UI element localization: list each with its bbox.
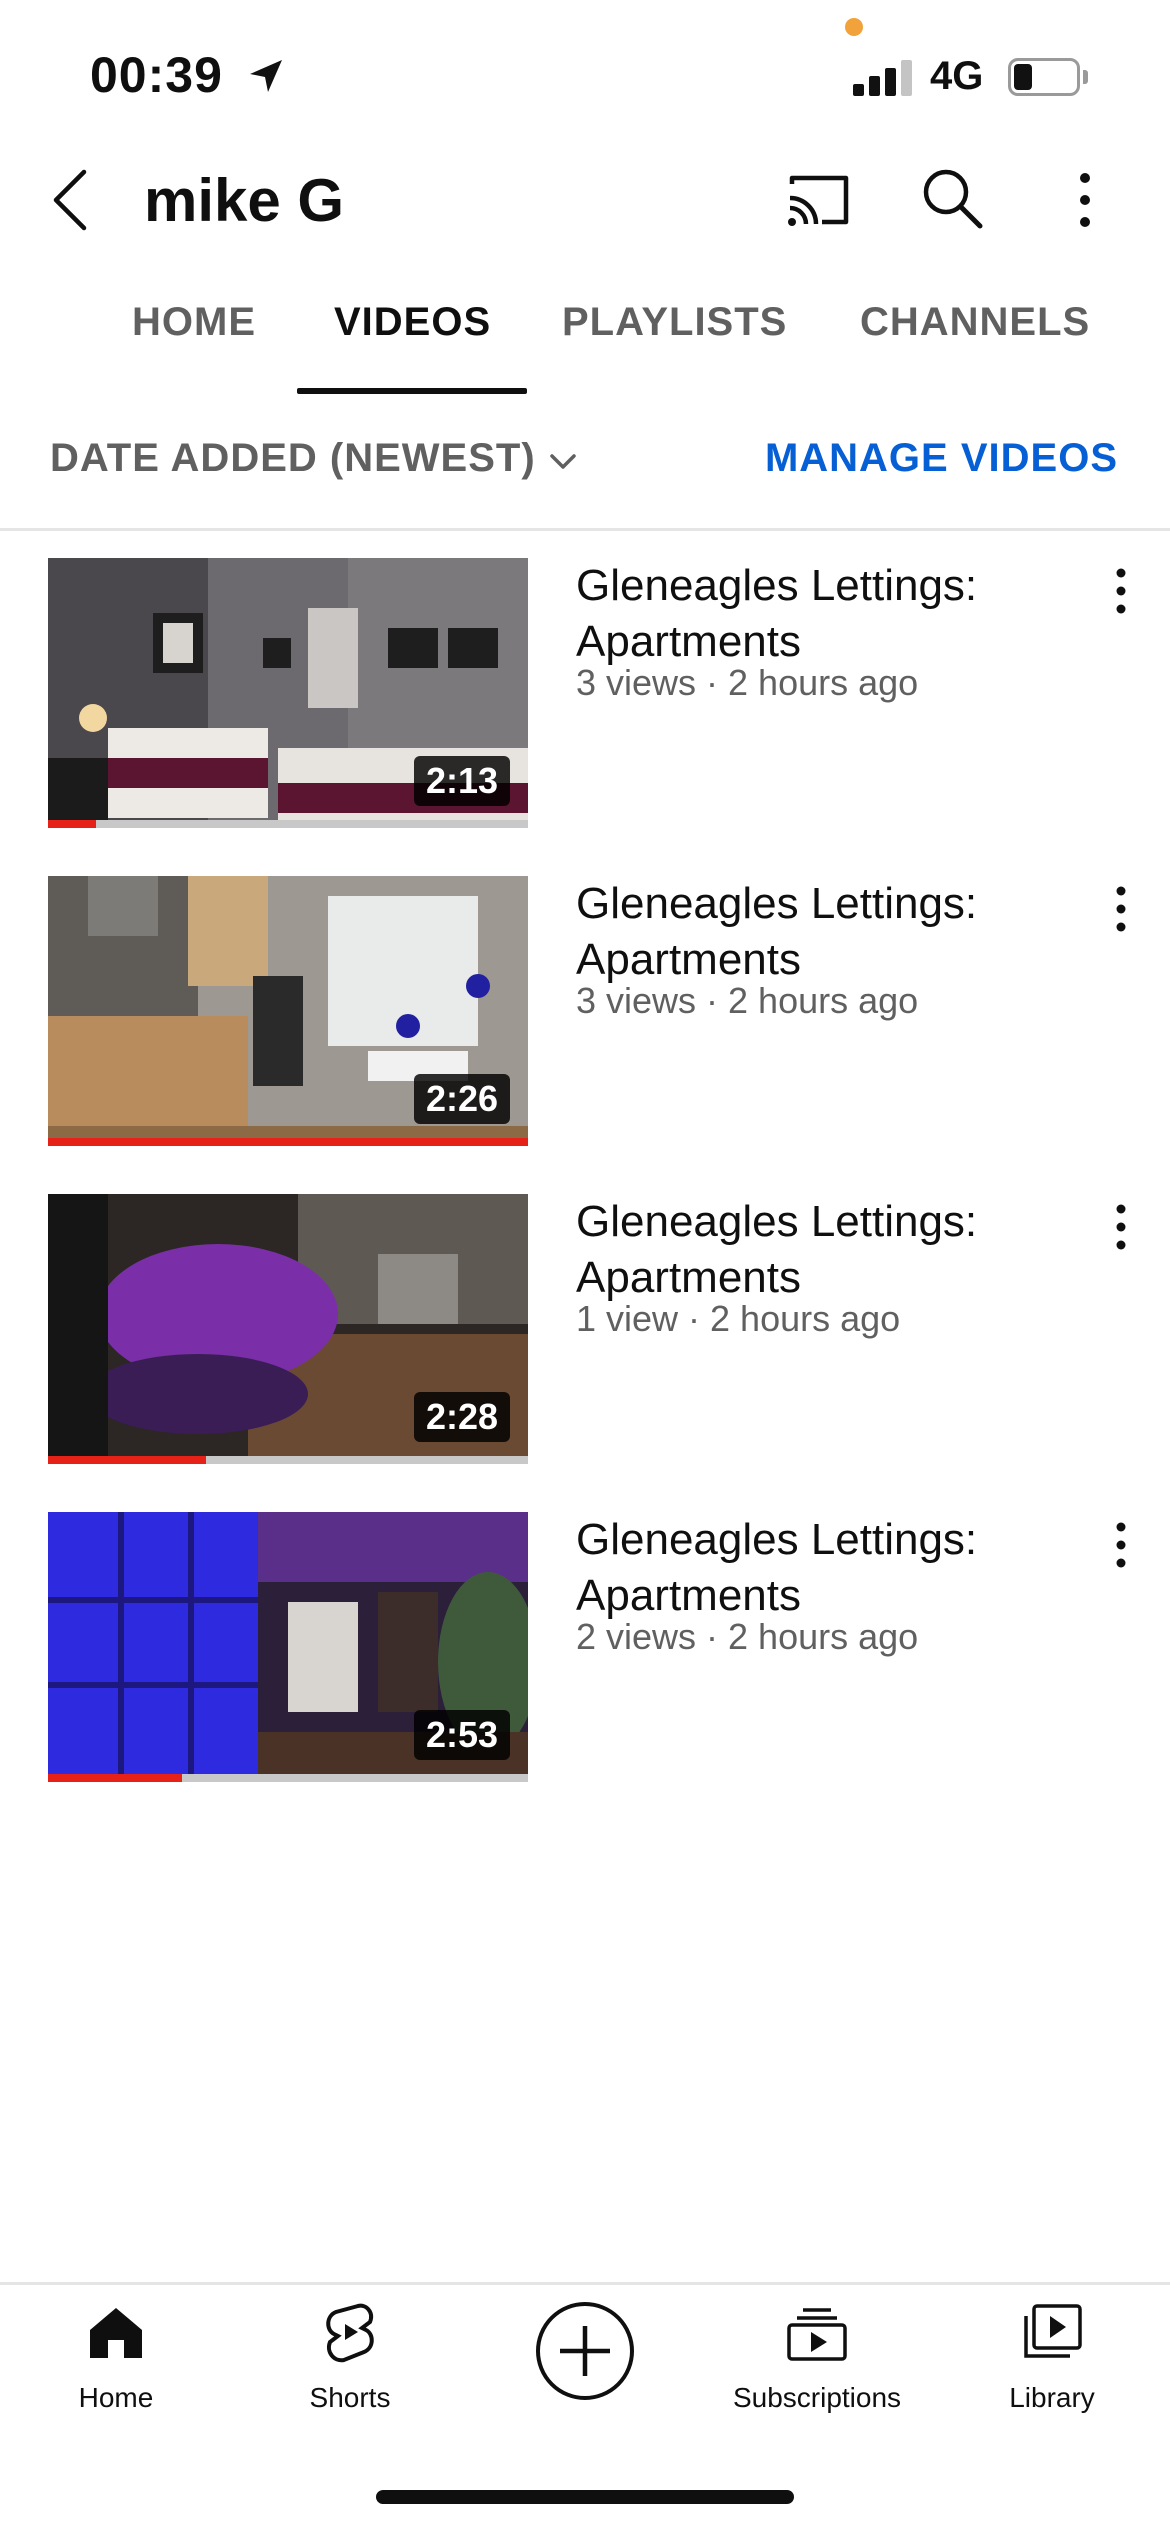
home-indicator-bar (376, 2490, 794, 2504)
subscriptions-icon (787, 2308, 847, 2361)
divider (0, 528, 1170, 531)
video-item[interactable]: 2:26 Gleneagles Lettings: Apartments 3 v… (0, 876, 1170, 1156)
video-title[interactable]: Gleneagles Lettings: Apartments (576, 1194, 1046, 1306)
location-arrow-icon (250, 60, 282, 92)
cellular-signal-icon (853, 58, 915, 96)
nav-library[interactable]: Library (952, 2300, 1152, 2414)
back-arrow-icon[interactable] (50, 168, 90, 232)
active-tab-indicator (297, 388, 527, 394)
tab-home[interactable]: HOME (132, 300, 256, 345)
more-options-icon[interactable] (1070, 170, 1100, 230)
privacy-indicator-dot (845, 18, 863, 36)
video-thumbnail[interactable]: 2:28 (48, 1194, 528, 1464)
search-icon[interactable] (920, 166, 984, 230)
cast-icon[interactable] (786, 170, 852, 230)
video-meta: 2 views · 2 hours ago (576, 1616, 919, 1657)
video-more-options-icon[interactable] (1108, 884, 1134, 934)
status-time: 00:39 (90, 47, 223, 103)
video-meta: 3 views · 2 hours ago (576, 980, 919, 1021)
video-thumbnail[interactable]: 2:13 (48, 558, 528, 828)
video-title[interactable]: Gleneagles Lettings: Apartments (576, 1512, 1046, 1624)
video-more-options-icon[interactable] (1108, 566, 1134, 616)
channel-title: mike G (144, 167, 345, 234)
tab-channels[interactable]: CHANNELS (860, 300, 1090, 345)
network-type: 4G (930, 54, 984, 98)
nav-shorts-label: Shorts (309, 2382, 391, 2413)
shorts-icon (326, 2303, 374, 2363)
manage-videos-button[interactable]: MANAGE VIDEOS (765, 436, 1118, 481)
video-more-options-icon[interactable] (1108, 1202, 1134, 1252)
tab-videos[interactable]: VIDEOS (334, 300, 491, 345)
nav-shorts[interactable]: Shorts (250, 2300, 450, 2414)
video-thumbnail[interactable]: 2:26 (48, 876, 528, 1146)
nav-home-label: Home (78, 2382, 154, 2413)
battery-icon (1008, 58, 1088, 96)
sort-dropdown[interactable]: DATE ADDED (NEWEST) (50, 436, 536, 481)
watch-progress-bar (48, 820, 528, 828)
watch-progress-bar (48, 1138, 528, 1146)
video-duration: 2:13 (413, 756, 510, 806)
status-bar: 00:39 4G (0, 0, 1170, 140)
home-icon (90, 2308, 142, 2358)
watch-progress-bar (48, 1774, 528, 1782)
video-meta: 3 views · 2 hours ago (576, 662, 919, 703)
nav-library-label: Library (1009, 2382, 1095, 2413)
video-title[interactable]: Gleneagles Lettings: Apartments (576, 876, 1046, 988)
nav-subscriptions-label: Subscriptions (732, 2382, 902, 2413)
video-meta: 1 view · 2 hours ago (576, 1298, 901, 1339)
video-duration: 2:28 (413, 1392, 510, 1442)
video-duration: 2:53 (413, 1710, 510, 1760)
nav-home[interactable]: Home (16, 2300, 216, 2414)
video-item[interactable]: 2:13 Gleneagles Lettings: Apartments 3 v… (0, 558, 1170, 838)
chevron-down-icon[interactable] (548, 452, 578, 472)
video-title[interactable]: Gleneagles Lettings: Apartments (576, 558, 1046, 670)
video-item[interactable]: 2:28 Gleneagles Lettings: Apartments 1 v… (0, 1194, 1170, 1474)
tab-playlists[interactable]: PLAYLISTS (562, 300, 787, 345)
video-more-options-icon[interactable] (1108, 1520, 1134, 1570)
create-icon[interactable] (534, 2300, 636, 2402)
watch-progress-bar (48, 1456, 528, 1464)
library-icon (1024, 2304, 1082, 2358)
video-item[interactable]: 2:53 Gleneagles Lettings: Apartments 2 v… (0, 1512, 1170, 1792)
nav-subscriptions[interactable]: Subscriptions (717, 2300, 917, 2414)
video-thumbnail[interactable]: 2:53 (48, 1512, 528, 1782)
video-duration: 2:26 (413, 1074, 510, 1124)
